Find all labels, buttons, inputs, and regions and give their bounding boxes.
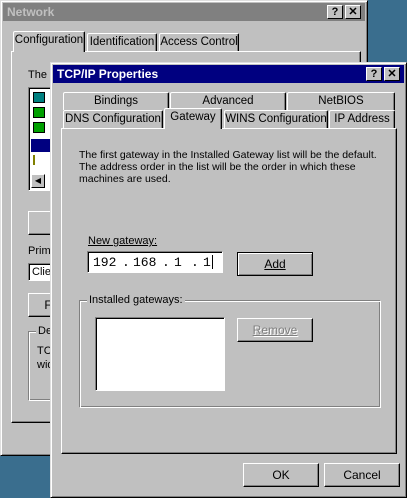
tab-bindings[interactable]: Bindings [63, 92, 169, 110]
network-close-button[interactable]: ✕ [345, 5, 361, 19]
tab-gateway[interactable]: Gateway [164, 108, 222, 129]
protocol-icon [33, 155, 43, 165]
gateway-description: The first gateway in the Installed Gatew… [79, 149, 377, 185]
ip-octet-3[interactable]: 1 [174, 255, 182, 270]
tcpip-titlebar: TCP/IP Properties ? ✕ [53, 65, 404, 83]
installed-gateways-list[interactable] [95, 317, 225, 391]
tcpip-help-button[interactable]: ? [366, 67, 382, 81]
cancel-button[interactable]: Cancel [324, 463, 400, 487]
hscroll-left-button[interactable]: ◀ [31, 174, 45, 188]
ok-button[interactable]: OK [243, 463, 319, 487]
service-icon [33, 122, 45, 133]
network-components-label: The [28, 69, 47, 81]
ip-dot: . [122, 255, 130, 270]
tcpip-title: TCP/IP Properties [57, 67, 159, 81]
text-cursor [212, 255, 213, 269]
new-gateway-label: New gateway: [88, 235, 158, 247]
tab-access-control[interactable]: Access Control [159, 33, 239, 51]
ip-octet-1[interactable]: 192 [93, 255, 116, 270]
installed-gateways-label: Installed gateways: [87, 294, 185, 306]
client-icon [33, 107, 45, 118]
remove-gateway-button[interactable]: Remove [237, 318, 313, 342]
tab-identification[interactable]: Identification [87, 33, 157, 51]
network-title: Network [7, 5, 55, 19]
ip-dot: . [162, 255, 170, 270]
add-gateway-button[interactable]: Add [237, 252, 313, 276]
tab-configuration[interactable]: Configuration [13, 31, 85, 52]
tab-dns-configuration[interactable]: DNS Configuration [63, 110, 163, 128]
network-help-button[interactable]: ? [327, 5, 343, 19]
new-gateway-ip-field[interactable]: 192 . 168 . 1 . 1 [87, 251, 223, 273]
tcpip-close-button[interactable]: ✕ [384, 67, 400, 81]
network-titlebar: Network ? ✕ [3, 3, 365, 21]
ip-octet-2[interactable]: 168 [133, 255, 156, 270]
ip-dot: . [191, 255, 199, 270]
tab-ip-address[interactable]: IP Address [329, 110, 395, 128]
tab-wins-configuration[interactable]: WINS Configuration [224, 110, 328, 128]
tab-netbios[interactable]: NetBIOS [287, 92, 395, 110]
adapter-icon [33, 92, 45, 103]
ip-octet-4[interactable]: 1 [203, 255, 211, 270]
tcpip-dialog: TCP/IP Properties ? ✕ Bindings Advanced … [50, 62, 407, 498]
